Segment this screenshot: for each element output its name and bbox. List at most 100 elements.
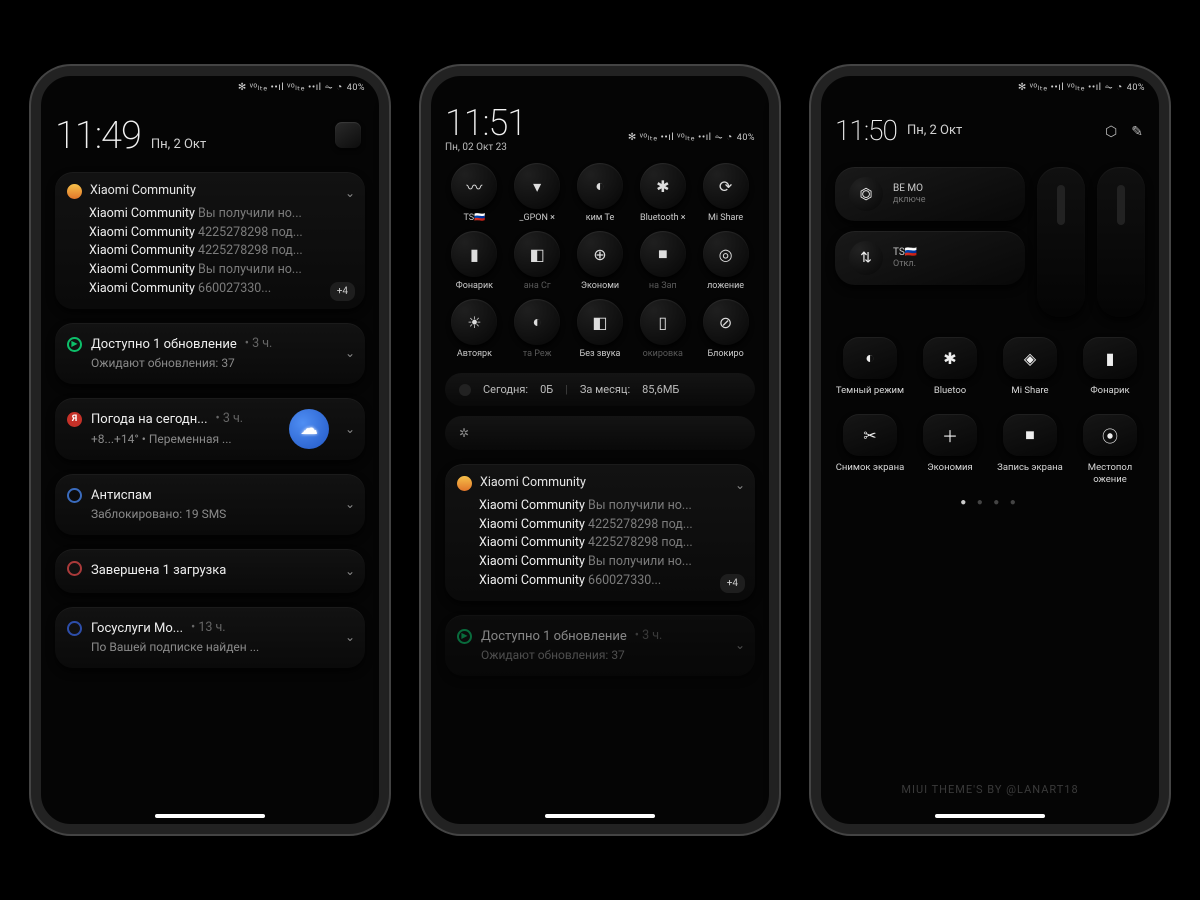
notification-xiaomi-community[interactable]: Xiaomi Community ⌄ Xiaomi Community Вы п… xyxy=(55,172,365,309)
clock-time: 11:50 xyxy=(835,114,897,147)
control-tile[interactable]: ＋Экономия xyxy=(915,414,985,485)
qs-toggle[interactable]: ◧Без звука xyxy=(571,299,630,359)
qs-toggle[interactable]: 〰 TS🇷🇺 xyxy=(445,163,504,223)
chevron-down-icon[interactable]: ⌄ xyxy=(345,562,355,580)
page-dots[interactable]: ● ● ● ● xyxy=(835,497,1145,508)
tile-label: Bluetoo xyxy=(934,385,966,396)
qs-icon: ⊕ xyxy=(577,231,623,277)
phone-notification-shade: ✻ ᵛᵒₗₜₑ ••ıl ᵛᵒₗₜₑ ••ıl ⏦ ◔ 40% 11:49 Пн… xyxy=(31,66,389,834)
qs-label: _GPON × xyxy=(519,213,555,223)
notification-line: Xiaomi Community 660027330... xyxy=(67,280,353,299)
chevron-down-icon[interactable]: ⌄ xyxy=(345,184,355,202)
app-name: Xiaomi Community xyxy=(480,474,586,493)
wifi-tile[interactable]: ⏣ BE MOдключе xyxy=(835,167,1025,221)
qs-toggle[interactable]: ⊕Экономи xyxy=(571,231,630,291)
qs-label: ким Те xyxy=(586,213,615,223)
tile-label: Темный режим xyxy=(836,385,904,396)
notification-gosuslugi[interactable]: Госуслуги Мо... • 13 ч. По Вашей подписк… xyxy=(55,607,365,669)
control-tile[interactable]: ■Запись экрана xyxy=(995,414,1065,485)
tile-icon: ✂ xyxy=(843,414,897,456)
qs-toggle[interactable]: ◐ким Те xyxy=(571,163,630,223)
qs-label: ана Сг xyxy=(524,281,551,291)
qs-icon: ◐ xyxy=(514,299,560,345)
home-indicator[interactable] xyxy=(935,814,1045,818)
notification-xiaomi-community[interactable]: Xiaomi Community ⌄ Xiaomi Community Вы п… xyxy=(445,464,755,601)
control-tile[interactable]: ⦿Местопол ожение xyxy=(1075,414,1145,485)
tile-icon: ▮ xyxy=(1083,337,1137,379)
notification-line: Xiaomi Community 660027330... xyxy=(457,572,743,591)
qs-label: ложение xyxy=(707,281,744,291)
volume-slider[interactable] xyxy=(1097,167,1145,317)
control-tile[interactable]: ✂ Снимок экрана xyxy=(835,414,905,485)
notification-title: Антиспам xyxy=(91,486,152,506)
tile-icon: ◈ xyxy=(1003,337,1057,379)
control-tile[interactable]: ▮Фонарик xyxy=(1075,337,1145,396)
smart-home-button[interactable] xyxy=(335,122,361,148)
qs-label: TS🇷🇺 xyxy=(463,213,485,223)
notification-download[interactable]: Завершена 1 загрузка ⌄ xyxy=(55,549,365,593)
phone-quick-settings: 11:51 Пн, 02 Окт 23 ✻ ᵛᵒₗₜₑ ••ıl ᵛᵒₗₜₑ •… xyxy=(421,66,779,834)
app-name: Xiaomi Community xyxy=(90,182,196,201)
notification-subtitle: Ожидают обновления: 37 xyxy=(69,354,351,372)
qs-toggle[interactable]: ▾ _GPON × xyxy=(508,163,567,223)
qs-toggle[interactable]: ☀Автоярк xyxy=(445,299,504,359)
more-badge[interactable]: +4 xyxy=(720,574,745,593)
chevron-down-icon[interactable]: ⌄ xyxy=(345,628,355,646)
home-indicator[interactable] xyxy=(545,814,655,818)
qs-toggle[interactable]: ✱Bluetooth × xyxy=(633,163,692,223)
qs-label: Блокиро xyxy=(707,349,743,359)
notification-line: Xiaomi Community 4225278298 под... xyxy=(67,224,353,243)
qs-toggle[interactable]: ◐та Реж xyxy=(508,299,567,359)
qs-toggle[interactable]: ◎ложение xyxy=(696,231,755,291)
qs-label: Без звука xyxy=(580,349,621,359)
brightness-slider[interactable]: ✲ xyxy=(445,416,755,450)
qs-toggle[interactable]: ■на Зап xyxy=(633,231,692,291)
mobile-data-tile[interactable]: ⇅ TS🇷🇺Откл. xyxy=(835,231,1025,285)
edit-icon[interactable]: ✎ xyxy=(1131,124,1143,140)
brightness-slider[interactable] xyxy=(1037,167,1085,317)
play-store-icon: ▶ xyxy=(67,337,82,352)
wifi-title: BE MO xyxy=(893,183,923,194)
control-tile[interactable]: ◐Темный режим xyxy=(835,337,905,396)
notification-subtitle: Ожидают обновления: 37 xyxy=(459,646,741,664)
notification-line: Xiaomi Community Вы получили но... xyxy=(67,261,353,280)
clock-date: Пн, 02 Окт 23 xyxy=(445,142,755,153)
tile-label: Снимок экрана xyxy=(836,462,905,473)
qs-toggle[interactable]: ▯окировка xyxy=(633,299,692,359)
theme-credit: MIUI THEME'S BY @LANART18 xyxy=(821,783,1159,796)
chevron-down-icon[interactable]: ⌄ xyxy=(735,476,745,494)
data-usage-pill[interactable]: Сегодня: 0Б | За месяц: 85,6МБ xyxy=(445,373,755,406)
chevron-down-icon[interactable]: ⌄ xyxy=(345,420,355,438)
more-badge[interactable]: +4 xyxy=(330,282,355,301)
control-tile[interactable]: ✱ Bluetoo xyxy=(915,337,985,396)
qs-toggle[interactable]: ⟳Mi Share xyxy=(696,163,755,223)
home-indicator[interactable] xyxy=(155,814,265,818)
notification-weather[interactable]: Я Погода на сегодн... • 3 ч. +8...+14° •… xyxy=(55,398,365,460)
qs-toggle[interactable]: ⊘Блокиро xyxy=(696,299,755,359)
settings-icon[interactable]: ⬡ xyxy=(1105,124,1117,140)
control-tile[interactable]: ◈Mi Share xyxy=(995,337,1065,396)
qs-icon: ▾ xyxy=(514,163,560,209)
qs-toggle[interactable]: ◧ана Сг xyxy=(508,231,567,291)
notification-updates[interactable]: ▶ Доступно 1 обновление • 3 ч. Ожидают о… xyxy=(55,323,365,385)
play-store-icon: ▶ xyxy=(457,629,472,644)
download-icon xyxy=(67,561,82,576)
notification-updates[interactable]: ▶ Доступно 1 обновление • 3 ч. Ожидают о… xyxy=(445,615,755,677)
notification-title: Доступно 1 обновление xyxy=(481,627,627,647)
qs-icon: 〰 xyxy=(451,163,497,209)
status-icons: ✻ ᵛᵒₗₜₑ ••ıl ᵛᵒₗₜₑ ••ıl ⏦ ◔ xyxy=(1018,82,1123,93)
chevron-down-icon[interactable]: ⌄ xyxy=(345,344,355,362)
chevron-down-icon[interactable]: ⌄ xyxy=(345,495,355,513)
chevron-down-icon[interactable]: ⌄ xyxy=(735,636,745,654)
qs-toggle[interactable]: ▮Фонарик xyxy=(445,231,504,291)
today-label: Сегодня: xyxy=(483,383,528,396)
clock-date: Пн, 2 Окт xyxy=(907,123,962,138)
tile-label: Экономия xyxy=(927,462,973,473)
status-bar: ✻ ᵛᵒₗₜₑ ••ıl ᵛᵒₗₜₑ ••ıl ⏦ ◔ 40% xyxy=(628,132,755,143)
qs-icon: ■ xyxy=(640,231,686,277)
weather-icon xyxy=(289,409,329,449)
notification-antispam[interactable]: Антиспам Заблокировано: 19 SMS ⌄ xyxy=(55,474,365,536)
battery-percent: 40% xyxy=(1127,83,1145,93)
tile-icon: ✱ xyxy=(923,337,977,379)
clock-row: 11:49 Пн, 2 Окт xyxy=(55,114,365,158)
